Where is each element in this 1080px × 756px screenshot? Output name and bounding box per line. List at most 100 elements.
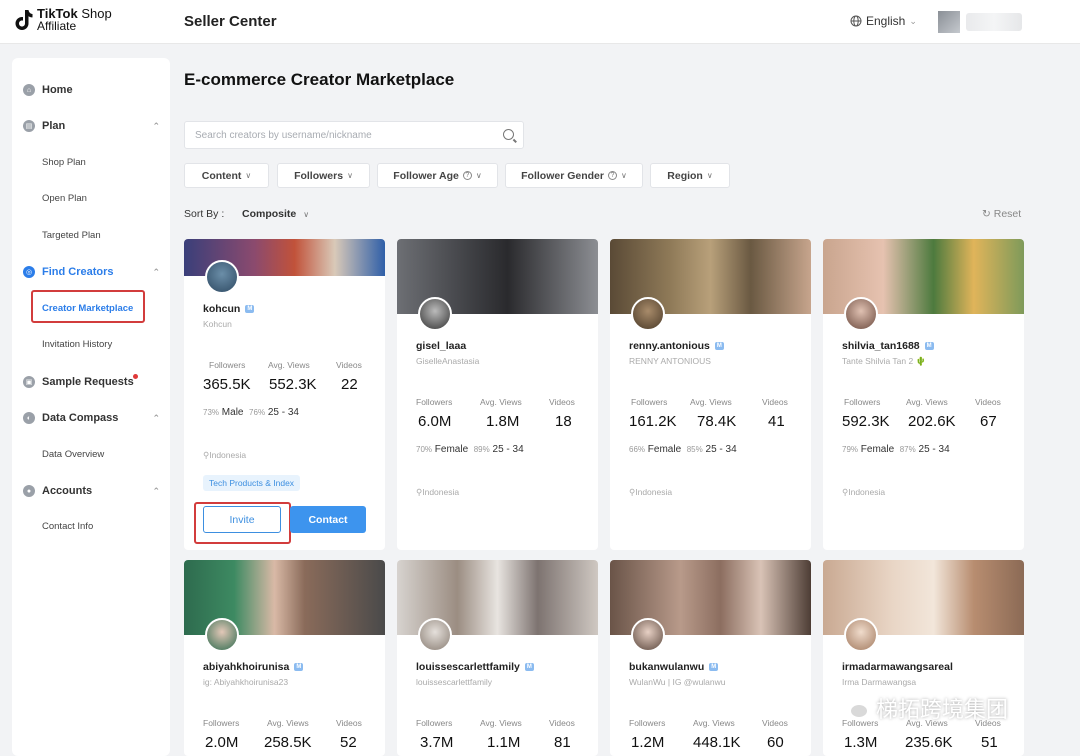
search-people-icon: ◎ bbox=[23, 266, 35, 278]
creator-card[interactable]: gisel_laaa GiselleAnastasia Followers Av… bbox=[397, 239, 598, 550]
search-icon[interactable] bbox=[503, 129, 514, 140]
chevron-up-icon: ⌃ bbox=[152, 120, 160, 131]
creator-nickname: WulanWu | IG @wulanwu bbox=[629, 677, 726, 687]
filter-followers[interactable]: Followers ∨ bbox=[277, 163, 370, 188]
creator-username[interactable]: irmadarmawangsareal bbox=[842, 661, 953, 673]
search-input[interactable] bbox=[185, 122, 485, 148]
gender: Female bbox=[434, 444, 469, 455]
user-name-blurred[interactable] bbox=[966, 13, 1022, 31]
age: 25 - 34 bbox=[918, 444, 950, 455]
tiktok-shop-affiliate-logo[interactable]: TikTok Shop Affiliate bbox=[14, 7, 112, 34]
creator-search[interactable] bbox=[184, 121, 524, 149]
sidebar-item-label: Home bbox=[42, 84, 73, 96]
creator-username[interactable]: louissescarlettfamily bbox=[416, 661, 520, 673]
sidebar-item-accounts[interactable]: ● Accounts ⌃ bbox=[12, 485, 170, 497]
creator-card[interactable]: abiyahkhoirunisa M ig: Abiyahkhoirunisa23… bbox=[184, 560, 385, 756]
sidebar-item-plan[interactable]: ▤ Plan ⌃ bbox=[12, 120, 170, 132]
contact-button[interactable]: Contact bbox=[290, 506, 366, 533]
location: ⚲Indonesia bbox=[416, 487, 459, 498]
verified-badge-icon: M bbox=[924, 342, 934, 350]
sidebar-item-home[interactable]: ⌂ Home bbox=[12, 84, 170, 96]
stat-label: Avg. Views bbox=[906, 397, 948, 407]
verified-badge-icon: M bbox=[709, 663, 719, 671]
verified-badge-icon: M bbox=[245, 305, 255, 313]
invite-button[interactable]: Invite bbox=[203, 506, 281, 533]
sidebar-item-sample-requests[interactable]: ▣ Sample Requests bbox=[12, 376, 170, 388]
gender-pct: 73% bbox=[203, 408, 220, 417]
filter-label: Content bbox=[201, 169, 242, 182]
creator-username[interactable]: renny.antonious bbox=[629, 340, 710, 352]
age: 25 - 34 bbox=[492, 444, 524, 455]
filter-follower-gender[interactable]: Follower Gender? ∨ bbox=[505, 163, 643, 188]
creator-card[interactable]: kohcun M Kohcun Followers Avg. Views Vide… bbox=[184, 239, 385, 550]
filter-label: Follower Age bbox=[393, 169, 459, 182]
stat-label: Videos bbox=[762, 397, 788, 407]
creator-card[interactable]: bukanwulanwu M WulanWu | IG @wulanwu Foll… bbox=[610, 560, 811, 756]
creator-username[interactable]: shilvia_tan1688 bbox=[842, 340, 920, 352]
creator-card[interactable]: irmadarmawangsareal Irma Darmawangsa Fol… bbox=[823, 560, 1024, 756]
videos-value: 67 bbox=[980, 413, 997, 430]
app-title: Seller Center bbox=[184, 13, 277, 30]
reset-button[interactable]: ↻ Reset bbox=[982, 208, 1021, 220]
verified-badge-icon: M bbox=[524, 663, 534, 671]
location: ⚲Indonesia bbox=[629, 487, 672, 498]
avatar[interactable] bbox=[205, 260, 239, 294]
sample-icon: ▣ bbox=[23, 376, 35, 388]
creator-username[interactable]: kohcun bbox=[203, 303, 240, 315]
chevron-down-icon: ∨ bbox=[706, 171, 713, 180]
avatar[interactable] bbox=[418, 297, 452, 331]
avatar[interactable] bbox=[631, 297, 665, 331]
creator-nickname: GiselleAnastasia bbox=[416, 356, 480, 366]
stat-label: Avg. Views bbox=[693, 718, 735, 728]
sort-dropdown[interactable]: Composite ∨ bbox=[242, 208, 309, 220]
avatar[interactable] bbox=[844, 618, 878, 652]
help-icon[interactable]: ? bbox=[462, 171, 472, 180]
help-icon[interactable]: ? bbox=[608, 171, 617, 180]
creator-nickname: Tante Shilvia Tan 2 🌵 bbox=[842, 356, 927, 366]
audience-demographics: 73% Male 76% 25 - 34 bbox=[203, 407, 299, 418]
age-pct: 85% bbox=[686, 445, 703, 454]
age-pct: 87% bbox=[899, 445, 916, 454]
sidebar-item-shop-plan[interactable]: Shop Plan bbox=[12, 157, 170, 168]
watermark: 梯拓跨境集团 bbox=[838, 692, 1008, 724]
creator-username[interactable]: abiyahkhoirunisa bbox=[203, 661, 289, 673]
stat-label: Followers bbox=[631, 397, 668, 407]
sidebar-item-data-overview[interactable]: Data Overview bbox=[12, 449, 170, 460]
age: 25 - 34 bbox=[267, 407, 299, 418]
sidebar-item-open-plan[interactable]: Open Plan bbox=[12, 193, 170, 204]
creator-username[interactable]: bukanwulanwu bbox=[629, 661, 704, 673]
avatar[interactable] bbox=[631, 618, 665, 652]
gender-pct: 66% bbox=[629, 445, 646, 454]
avatar[interactable] bbox=[844, 297, 878, 331]
sidebar-item-find-creators[interactable]: ◎ Find Creators ⌃ bbox=[12, 266, 170, 278]
filter-region[interactable]: Region ∨ bbox=[650, 163, 730, 188]
globe-icon bbox=[850, 15, 862, 27]
creator-card[interactable]: renny.antonious M RENNY ANTONIOUS Followe… bbox=[610, 239, 811, 550]
followers-value: 6.0M bbox=[418, 413, 452, 430]
creator-username[interactable]: gisel_laaa bbox=[416, 340, 466, 352]
sidebar-item-targeted-plan[interactable]: Targeted Plan bbox=[12, 230, 170, 241]
filter-follower-age[interactable]: Follower Age? ∨ bbox=[377, 163, 498, 188]
creator-card[interactable]: shilvia_tan1688 M Tante Shilvia Tan 2 🌵 F… bbox=[823, 239, 1024, 550]
sidebar-item-invitation-history[interactable]: Invitation History bbox=[12, 339, 170, 350]
avg-views-value: 78.4K bbox=[697, 413, 737, 430]
language-selector[interactable]: English ⌄ bbox=[850, 14, 917, 28]
creator-nickname: ig: Abiyahkhoirunisa23 bbox=[203, 677, 289, 687]
location-text: Indonesia bbox=[422, 487, 460, 497]
avatar[interactable] bbox=[418, 618, 452, 652]
location-text: Indonesia bbox=[635, 487, 673, 497]
avg-views-value: 552.3K bbox=[269, 376, 317, 393]
followers-value: 161.2K bbox=[629, 413, 677, 430]
creator-card[interactable]: louissescarlettfamily M louissescarlettfa… bbox=[397, 560, 598, 756]
sidebar-item-contact-info[interactable]: Contact Info bbox=[12, 521, 170, 532]
chevron-down-icon: ∨ bbox=[475, 171, 482, 180]
sidebar-item-creator-marketplace[interactable]: Creator Marketplace bbox=[12, 303, 170, 314]
avatar[interactable] bbox=[205, 618, 239, 652]
avg-views-value: 235.6K bbox=[905, 734, 953, 751]
sidebar-item-data-compass[interactable]: ◐ Data Compass ⌃ bbox=[12, 412, 170, 424]
avg-views-value: 448.1K bbox=[693, 734, 741, 751]
filter-content[interactable]: Content ∨ bbox=[184, 163, 269, 188]
user-avatar[interactable] bbox=[938, 11, 960, 33]
gender-pct: 70% bbox=[416, 445, 433, 454]
stat-label: Followers bbox=[844, 397, 881, 407]
